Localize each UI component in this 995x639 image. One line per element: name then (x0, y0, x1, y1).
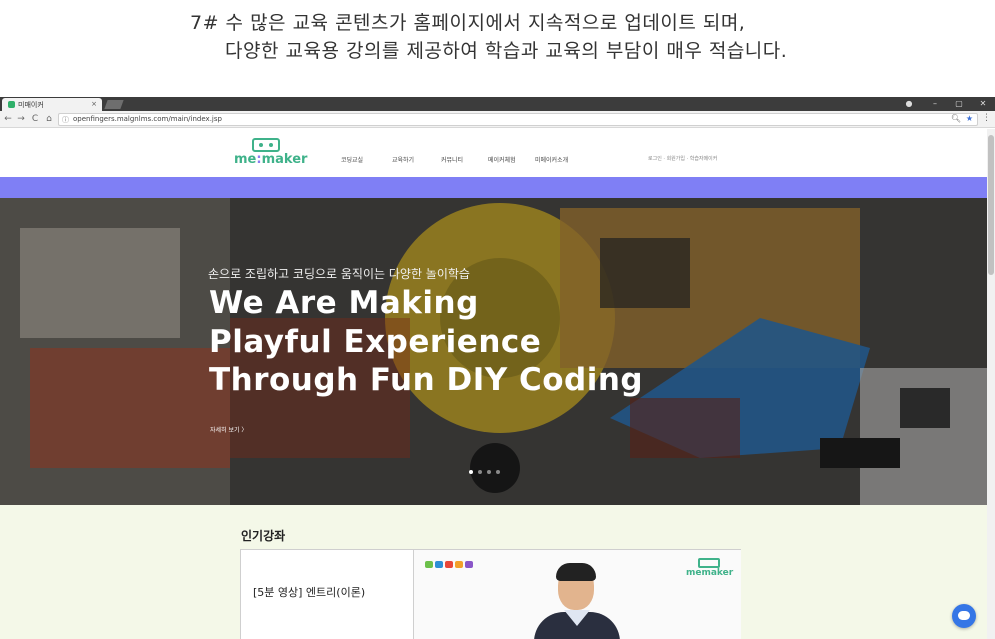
back-button[interactable]: ← (2, 113, 14, 125)
slider-dot[interactable] (487, 470, 491, 474)
nav-item-community[interactable]: 커뮤니티 (441, 155, 463, 164)
slider-dot[interactable] (469, 470, 473, 474)
hero-subtitle: 손으로 조립하고 코딩으로 움직이는 다양한 놀이학습 (208, 267, 470, 281)
thumbnail-logo: memaker (686, 558, 738, 582)
profile-icon[interactable]: ● (898, 97, 920, 111)
tab-close-icon[interactable]: × (91, 100, 97, 108)
robot-logo-icon (252, 138, 280, 152)
hero-more-link[interactable]: 자세히 보기 〉 (210, 425, 247, 434)
browser-tab[interactable]: 미매이커 × (2, 98, 102, 111)
web-page: me:maker 코딩교실 교육하기 커뮤니티 메이커체험 미메이커소개 로그인… (0, 129, 987, 639)
course-thumbnail[interactable]: memaker (414, 550, 741, 639)
nav-item-teaching[interactable]: 교육하기 (392, 155, 414, 164)
chat-button[interactable] (952, 604, 976, 628)
new-tab-button[interactable] (104, 100, 124, 109)
utility-links[interactable]: 로그인 · 회원가입 · 학습자메이커 (648, 155, 717, 162)
slider-dot[interactable] (478, 470, 482, 474)
browser-toolbar: ← → C ⌂ ⓘ openfingers.malgnlms.com/main/… (0, 111, 995, 128)
thumbnail-logo-text: memaker (686, 568, 734, 578)
home-button[interactable]: ⌂ (43, 113, 55, 125)
nav-item-about[interactable]: 미메이커소개 (535, 155, 568, 164)
robot-logo-icon (698, 558, 720, 568)
slider-dots (469, 459, 505, 474)
minimize-button[interactable]: – (924, 97, 946, 111)
caption-line-1: 7# 수 많은 교육 콘텐츠가 홈페이지에서 지속적으로 업데이트 되며, (190, 12, 746, 34)
close-window-button[interactable]: ✕ (972, 97, 994, 111)
favicon-icon (8, 101, 15, 108)
tab-strip: 미매이커 × ● – ▢ ✕ (0, 97, 995, 111)
scrollbar-thumb[interactable] (988, 135, 994, 275)
chat-bubble-icon (958, 611, 970, 620)
browser-window: 미매이커 × ● – ▢ ✕ ← → C ⌂ ⓘ openfingers.mal… (0, 97, 995, 639)
tab-title: 미매이커 (18, 101, 44, 109)
popular-courses-section: 인기강좌 [5분 영상] 엔트리(이론) memaker (0, 505, 987, 639)
url-text: openfingers.malgnlms.com/main/index.jsp (73, 115, 222, 123)
caption: 7# 수 많은 교육 콘텐츠가 홈페이지에서 지속적으로 업데이트 되며, 다양… (0, 0, 995, 97)
hero-headline-1: We Are Making (209, 285, 479, 321)
course-card[interactable]: [5분 영상] 엔트리(이론) memaker (240, 549, 741, 639)
accent-bar (0, 177, 987, 198)
instructor-hair (556, 563, 596, 581)
maximize-button[interactable]: ▢ (948, 97, 970, 111)
hero-headline-3: Through Fun DIY Coding (209, 362, 644, 398)
nav-item-maker-experience[interactable]: 메이커체험 (488, 155, 516, 164)
slider-dot[interactable] (496, 470, 500, 474)
hero-headline-2: Playful Experience (209, 324, 542, 360)
reload-button[interactable]: C (29, 113, 41, 125)
page-scrollbar[interactable] (987, 129, 995, 639)
browser-menu-icon[interactable]: ⋮ (982, 113, 991, 123)
logo-wordmark: me:maker (234, 152, 308, 167)
course-title[interactable]: [5분 영상] 엔트리(이론) (253, 584, 365, 600)
forward-button[interactable]: → (15, 113, 27, 125)
hero-banner: 손으로 조립하고 코딩으로 움직이는 다양한 놀이학습 We Are Makin… (0, 198, 987, 505)
section-heading: 인기강좌 (241, 529, 286, 543)
caption-line-2: 다양한 교육용 강의를 제공하여 학습과 교육의 부담이 매우 적습니다. (225, 40, 788, 62)
zoom-icon[interactable]: 🔍︎ (951, 114, 961, 123)
nav-item-coding-class[interactable]: 코딩교실 (341, 155, 363, 164)
address-bar[interactable]: ⓘ openfingers.malgnlms.com/main/index.js… (58, 113, 978, 126)
site-header: me:maker 코딩교실 교육하기 커뮤니티 메이커체험 미메이커소개 로그인… (0, 129, 987, 177)
info-icon[interactable]: ⓘ (62, 115, 69, 125)
bookmark-star-icon[interactable]: ★ (966, 114, 973, 123)
site-logo[interactable]: me:maker (234, 138, 308, 170)
